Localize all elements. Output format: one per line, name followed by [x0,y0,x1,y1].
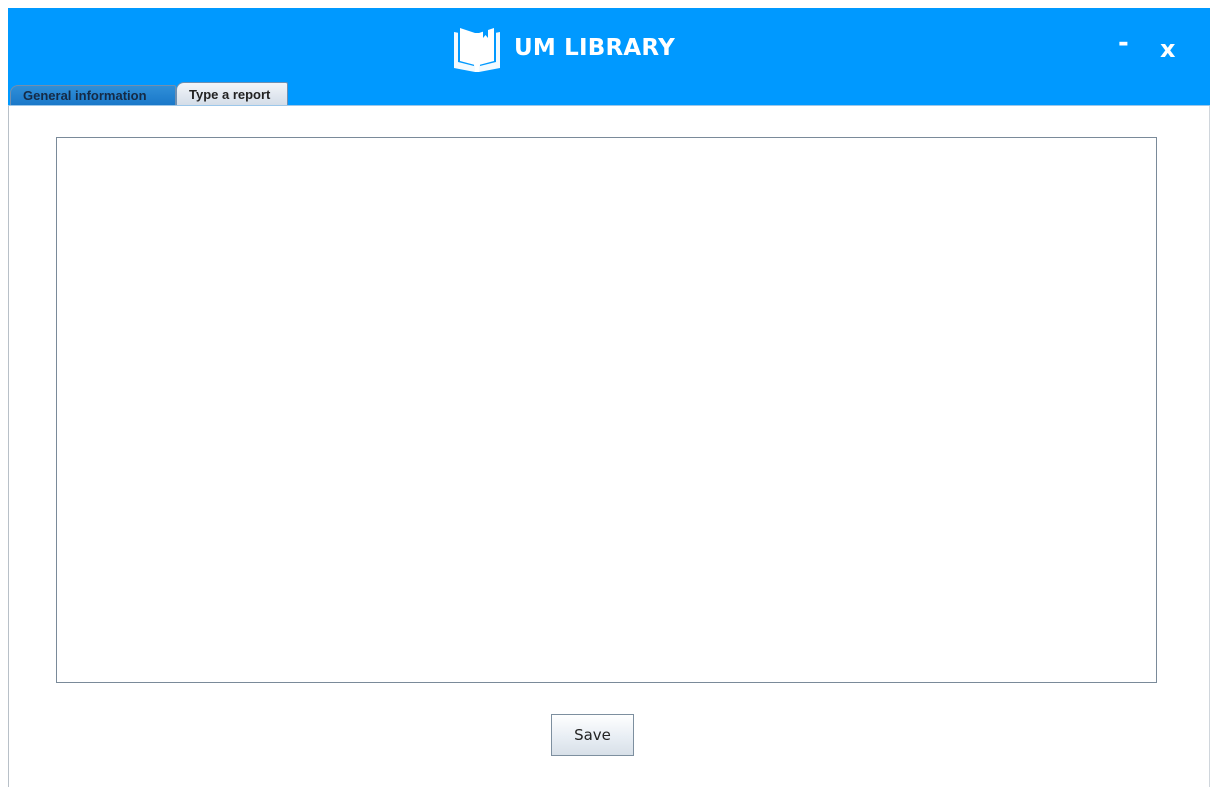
tab-panel-divider [8,105,1210,106]
report-textarea[interactable] [56,137,1157,683]
window-left-edge [0,0,8,787]
app-window: UM LIBRARY - x General information Type … [0,0,1210,787]
panel-left-border [8,106,9,787]
app-title: UM LIBRARY [514,35,675,61]
tab-label: Type a report [189,86,271,102]
window-top-edge [0,0,1210,8]
open-book-icon [454,26,500,72]
app-title-group: UM LIBRARY [450,26,675,74]
tab-label: General information [23,88,147,103]
close-button[interactable]: x [1160,34,1175,64]
tab-bar: General information Type a report [10,82,288,105]
save-button[interactable]: Save [551,714,634,756]
tab-type-a-report[interactable]: Type a report [176,82,288,105]
minimize-button[interactable]: - [1118,30,1129,56]
tab-general-information[interactable]: General information [10,85,176,105]
